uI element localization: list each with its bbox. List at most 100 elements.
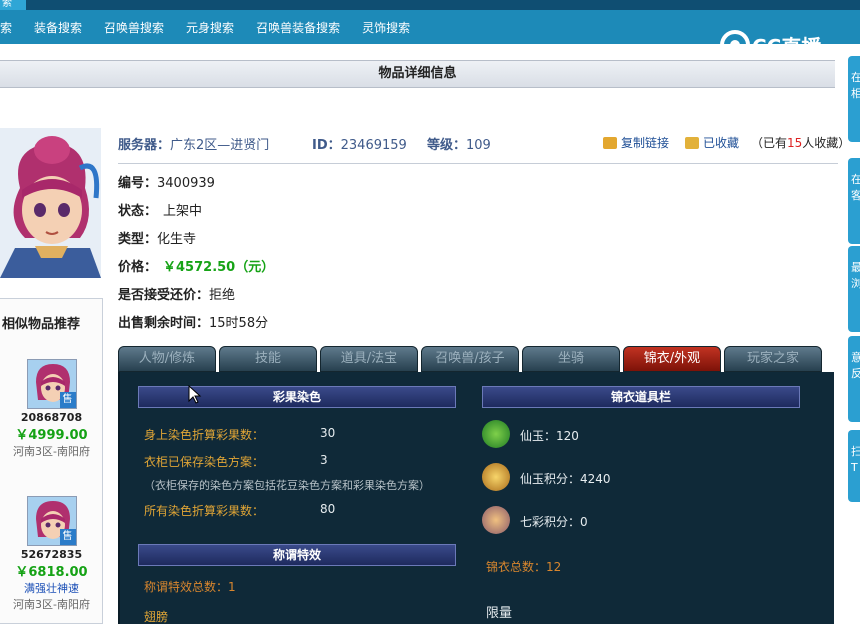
copy-link-label: 复制链接 bbox=[621, 136, 670, 150]
similar-item[interactable]: 售 20868708 ￥4999.00 河南3区-南阳府 bbox=[0, 359, 103, 459]
similar-item-id: 20868708 bbox=[20, 411, 83, 424]
similar-items-panel: 相似物品推荐 售 20868708 ￥4999.00 河南3区-南阳府 售 52… bbox=[0, 298, 103, 624]
item-details: 编号：3400939 状态： 上架中 类型：化生寺 价格： ￥4572.50（元） … bbox=[118, 170, 518, 338]
detail-key: 状态： bbox=[118, 204, 158, 219]
nav-link-summon-equipment-search[interactable]: 召唤兽装备搜索 bbox=[245, 14, 351, 42]
nav-links: 索 装备搜索 召唤兽搜索 元身搜索 召唤兽装备搜索 灵饰搜索 bbox=[0, 14, 421, 42]
detail-value: 3400939 bbox=[157, 176, 215, 191]
detail-key: 编号： bbox=[118, 176, 158, 191]
jade-points-amount: 仙玉积分：4240 bbox=[520, 472, 611, 486]
limited-label: 限量 bbox=[486, 606, 513, 621]
favorite-folder-icon bbox=[685, 136, 699, 149]
tab-character[interactable]: 人物/修炼 bbox=[118, 346, 216, 372]
copy-link-icon bbox=[603, 136, 617, 149]
favorite-count: （已有15人收藏） bbox=[751, 134, 850, 151]
dye-total-value: 80 bbox=[320, 502, 336, 516]
detail-value: 15时58分 bbox=[209, 316, 269, 331]
item-info-header: 服务器：广东2区—进贤门 ID：23469159 等级：109 复制链接 已收藏… bbox=[118, 128, 850, 164]
detail-row-bargain: 是否接受还价：拒绝 bbox=[118, 282, 518, 310]
for-sale-badge: 售 bbox=[59, 529, 76, 545]
jade-amount: 仙玉：120 bbox=[520, 429, 579, 443]
jade-coin-icon bbox=[482, 420, 510, 448]
top-strip: 索 bbox=[0, 0, 860, 10]
favorite-count-prefix: （已有 bbox=[751, 136, 788, 150]
copy-link-button[interactable]: 复制链接 bbox=[603, 134, 669, 151]
detail-value: 拒绝 bbox=[209, 288, 236, 303]
favorite-count-number: 15 bbox=[787, 136, 803, 150]
tab-items[interactable]: 道具/法宝 bbox=[320, 346, 418, 372]
server-label: 服务器： bbox=[118, 138, 171, 153]
nav-link-accessory-search[interactable]: 灵饰搜索 bbox=[351, 14, 421, 42]
title-effects-count: 称谓特效总数：1 bbox=[144, 580, 236, 594]
cc-live-logo: CC直播 bbox=[720, 30, 821, 60]
dye-total-label: 所有染色折算彩果数： bbox=[144, 504, 265, 518]
side-button-scan[interactable]: 扫 T bbox=[848, 430, 860, 502]
detail-row-time-left: 出售剩余时间：15时58分 bbox=[118, 310, 518, 338]
similar-item-thumbnail[interactable]: 售 bbox=[26, 496, 77, 546]
nav-link-equipment-search[interactable]: 装备搜索 bbox=[23, 14, 93, 42]
similar-items-title: 相似物品推荐 bbox=[2, 317, 81, 332]
rainbow-points-amount: 七彩积分：0 bbox=[520, 515, 588, 529]
level-info: 等级：109 bbox=[427, 134, 491, 153]
top-tab-fragment[interactable]: 索 bbox=[0, 0, 26, 10]
tab-costume[interactable]: 锦衣/外观 bbox=[623, 346, 721, 372]
mouse-cursor-icon bbox=[188, 385, 202, 404]
detail-row-status: 状态： 上架中 bbox=[118, 198, 518, 226]
detail-row-type: 类型：化生寺 bbox=[118, 226, 518, 254]
side-button-service[interactable]: 在 客 bbox=[848, 158, 860, 244]
costume-bar-section-title: 锦衣道具栏 bbox=[482, 386, 800, 408]
dye-note: （衣柜保存的染色方案包括花豆染色方案和彩果染色方案） bbox=[144, 479, 430, 492]
detail-value: 化生寺 bbox=[157, 232, 197, 247]
cc-logo-text: CC直播 bbox=[752, 34, 822, 59]
detail-key: 出售剩余时间： bbox=[118, 316, 210, 331]
detail-key: 类型： bbox=[118, 232, 158, 247]
tab-mounts[interactable]: 坐骑 bbox=[522, 346, 620, 372]
costume-panel: 彩果染色 身上染色折算彩果数： 30 衣柜已保存染色方案： 3 （衣柜保存的染色… bbox=[118, 372, 834, 624]
server-value: 广东2区—进贤门 bbox=[170, 138, 270, 153]
similar-item-name[interactable]: 满强壮神速 bbox=[0, 580, 103, 596]
title-effects-section-title: 称谓特效 bbox=[138, 544, 456, 566]
similar-item-price: ￥6818.00 bbox=[15, 565, 88, 580]
costume-total: 锦衣总数：12 bbox=[486, 560, 562, 574]
similar-item-thumbnail[interactable]: 售 bbox=[26, 359, 77, 409]
page-title: 物品详细信息 bbox=[0, 60, 835, 88]
similar-item-server: 河南3区-南阳府 bbox=[13, 598, 90, 611]
detail-key: 价格： bbox=[118, 260, 158, 275]
level-label: 等级： bbox=[427, 138, 467, 153]
similar-item-id: 52672835 bbox=[20, 548, 83, 561]
title-effect-entry: 翅膀 bbox=[144, 610, 169, 624]
dye-body-value: 30 bbox=[320, 426, 336, 440]
side-button-online[interactable]: 在 相 bbox=[848, 56, 860, 142]
nav-link-search[interactable]: 索 bbox=[0, 14, 23, 42]
similar-item-server: 河南3区-南阳府 bbox=[13, 445, 90, 458]
favorited-button[interactable]: 已收藏 bbox=[685, 134, 739, 151]
side-button-recent[interactable]: 最 浏 bbox=[848, 246, 860, 332]
dye-body-label: 身上染色折算彩果数： bbox=[144, 428, 265, 442]
server-info: 服务器：广东2区—进贤门 bbox=[118, 134, 269, 153]
id-label: ID： bbox=[312, 138, 341, 153]
detail-key: 是否接受还价： bbox=[118, 288, 210, 303]
id-value: 23469159 bbox=[340, 138, 407, 153]
favorited-label: 已收藏 bbox=[703, 136, 740, 150]
nav-link-summon-search[interactable]: 召唤兽搜索 bbox=[93, 14, 175, 42]
side-button-feedback[interactable]: 意 反 bbox=[848, 336, 860, 422]
tab-player-home[interactable]: 玩家之家 bbox=[724, 346, 822, 372]
nav-link-avatar-search[interactable]: 元身搜索 bbox=[175, 14, 245, 42]
detail-tabs: 人物/修炼 技能 道具/法宝 召唤兽/孩子 坐骑 锦衣/外观 玩家之家 bbox=[118, 346, 825, 372]
favorite-count-suffix: 人收藏） bbox=[802, 136, 851, 150]
cc-logo-icon bbox=[720, 30, 750, 60]
tab-summons[interactable]: 召唤兽/孩子 bbox=[421, 346, 519, 372]
rainbow-points-icon bbox=[482, 506, 510, 534]
for-sale-badge: 售 bbox=[59, 392, 76, 408]
price-value: ￥4572.50（元） bbox=[163, 260, 275, 275]
detail-row-number: 编号：3400939 bbox=[118, 170, 518, 198]
jade-points-icon bbox=[482, 463, 510, 491]
dye-wardrobe-value: 3 bbox=[320, 453, 328, 467]
id-info: ID：23469159 bbox=[312, 134, 407, 153]
similar-item-price: ￥4999.00 bbox=[15, 428, 88, 443]
dye-wardrobe-label: 衣柜已保存染色方案： bbox=[144, 455, 265, 469]
tab-skills[interactable]: 技能 bbox=[219, 346, 317, 372]
detail-row-price: 价格： ￥4572.50（元） bbox=[118, 254, 518, 282]
detail-value: 上架中 bbox=[163, 204, 203, 219]
similar-item[interactable]: 售 52672835 ￥6818.00 满强壮神速 河南3区-南阳府 bbox=[0, 496, 103, 612]
